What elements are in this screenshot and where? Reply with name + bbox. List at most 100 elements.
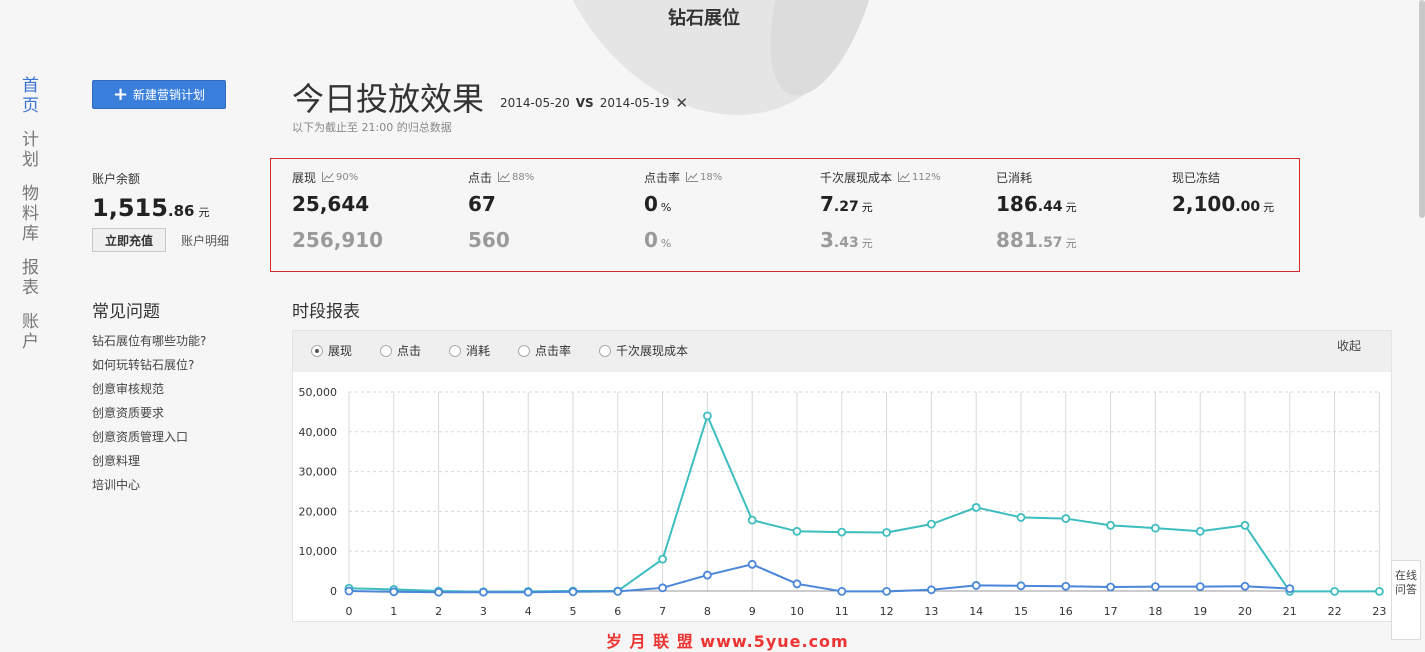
- x-tick-label: 11: [835, 605, 849, 618]
- data-point: [792, 526, 802, 536]
- data-point: [1285, 584, 1295, 594]
- date-compare-value[interactable]: 2014-05-19: [600, 96, 670, 110]
- faq-link[interactable]: 创意资质要求: [92, 405, 206, 429]
- metric-compare-value: 256,910: [292, 228, 384, 252]
- data-point: [1330, 586, 1339, 596]
- data-point: [344, 586, 354, 596]
- nav-item-plan[interactable]: 计划: [22, 130, 44, 170]
- data-point: [1016, 512, 1026, 522]
- data-point: [837, 527, 847, 537]
- faq-link[interactable]: 创意资质管理入口: [92, 429, 206, 453]
- x-tick-label: 7: [659, 605, 666, 618]
- x-tick-label: 10: [790, 605, 804, 618]
- y-tick-label: 20,000: [299, 505, 338, 518]
- data-point: [658, 583, 668, 593]
- faq-link[interactable]: 培训中心: [92, 477, 206, 501]
- metrics-panel: 展现 90% 25,644 256,910 点击 88% 67 560 点击率 18%…: [270, 158, 1300, 272]
- nav-item-home[interactable]: 首页: [22, 76, 44, 116]
- x-tick-label: 18: [1148, 605, 1162, 618]
- data-point: [478, 587, 488, 597]
- y-tick-label: 40,000: [299, 426, 338, 439]
- metric-today-value: 67: [468, 192, 496, 216]
- metric-today-value: 25,644: [292, 192, 370, 216]
- nav-item-report[interactable]: 报表: [22, 258, 44, 298]
- metric-today-value: 0%: [644, 192, 672, 216]
- metric-change-pct: 90%: [336, 171, 359, 183]
- faq-link[interactable]: 钻石展位有哪些功能?: [92, 333, 206, 357]
- vs-label: VS: [575, 96, 594, 110]
- data-point: [1151, 523, 1160, 533]
- data-point: [1195, 526, 1205, 536]
- y-tick-label: 10,000: [299, 545, 338, 558]
- page-title: 今日投放效果: [292, 80, 485, 118]
- account-detail-link[interactable]: 账户明细: [181, 232, 229, 249]
- online-qa-button[interactable]: 在线问答: [1391, 560, 1421, 640]
- nav-item-account[interactable]: 账户: [22, 312, 44, 352]
- y-tick-label: 0: [330, 585, 337, 598]
- data-point: [658, 554, 668, 564]
- data-point: [523, 587, 533, 597]
- x-tick-label: 4: [525, 605, 532, 618]
- trend-chart-icon: [898, 172, 911, 182]
- date-current[interactable]: 2014-05-20: [500, 96, 570, 110]
- faq-link[interactable]: 创意审核规范: [92, 381, 206, 405]
- metric-frozen: 现已冻结 2,100.00 元: [1172, 169, 1274, 218]
- faq-title: 常见问题: [92, 302, 160, 322]
- x-tick-label: 2: [435, 605, 442, 618]
- metric-clicks: 点击 88% 67 560: [468, 169, 534, 254]
- balance-decimal: .86: [167, 202, 195, 220]
- x-tick-label: 1: [390, 605, 397, 618]
- data-point: [1106, 582, 1115, 592]
- metric-change-pct: 88%: [512, 171, 535, 183]
- x-tick-label: 13: [924, 605, 938, 618]
- recharge-button[interactable]: 立即充值: [92, 228, 166, 252]
- x-tick-label: 19: [1193, 605, 1207, 618]
- nav-item-material[interactable]: 物料库: [22, 184, 44, 244]
- watermark: 岁 月 联 盟 www.5yue.com: [606, 632, 849, 651]
- x-tick-label: 12: [880, 605, 894, 618]
- data-point: [1151, 582, 1160, 592]
- faq-link[interactable]: 创意料理: [92, 453, 206, 477]
- report-title: 时段报表: [292, 302, 360, 322]
- metric-today-value: 186.44 元: [996, 192, 1077, 216]
- metric-today-value: 2,100.00 元: [1172, 192, 1275, 216]
- close-icon[interactable]: ✕: [675, 94, 688, 112]
- date-compare: 2014-05-20 VS 2014-05-19 ✕: [500, 94, 688, 112]
- data-point: [927, 585, 936, 595]
- data-point: [837, 586, 847, 596]
- data-point: [747, 515, 757, 525]
- metric-today-value: 7.27 元: [820, 192, 873, 216]
- data-point: [613, 586, 623, 596]
- x-tick-label: 23: [1372, 605, 1386, 618]
- data-point: [702, 411, 712, 421]
- plus-icon: +: [112, 83, 129, 105]
- metric-compare-value: 3.43 元: [820, 228, 873, 252]
- metric-label: 已消耗: [996, 170, 1033, 185]
- metric-impressions: 展现 90% 25,644 256,910: [292, 169, 386, 254]
- data-point: [1106, 520, 1115, 530]
- faq-link[interactable]: 如何玩转钻石展位?: [92, 357, 206, 381]
- metric-label: 点击: [468, 170, 493, 185]
- x-tick-label: 6: [614, 605, 621, 618]
- data-point: [389, 587, 399, 597]
- balance-value: 1,515.86 元: [92, 194, 210, 222]
- data-point: [1016, 581, 1026, 591]
- hourly-line-chart: 010,00020,00030,00040,00050,0000 1 2 3 4 5 6 7 8…: [299, 386, 1387, 618]
- left-nav: 首页 计划 物料库 报表 账户: [22, 76, 44, 366]
- data-point: [434, 587, 444, 597]
- metric-spent: 已消耗 186.44 元 881.57 元: [996, 169, 1077, 254]
- data-point: [882, 528, 891, 537]
- series-line: [348, 413, 1380, 593]
- page-scrollbar[interactable]: [1419, 0, 1425, 218]
- trend-chart-icon: [498, 172, 511, 182]
- new-plan-button[interactable]: + 新建营销计划: [92, 80, 226, 109]
- balance-integer: 1,515: [92, 194, 168, 222]
- x-tick-label: 3: [480, 605, 487, 618]
- balance-label: 账户余额: [92, 172, 141, 186]
- x-tick-label: 16: [1059, 605, 1073, 618]
- x-tick-label: 20: [1238, 605, 1252, 618]
- x-tick-label: 21: [1283, 605, 1297, 618]
- metric-compare-value: 881.57 元: [996, 228, 1077, 252]
- x-tick-label: 5: [570, 605, 577, 618]
- brand-title: 钻石展位: [668, 8, 740, 29]
